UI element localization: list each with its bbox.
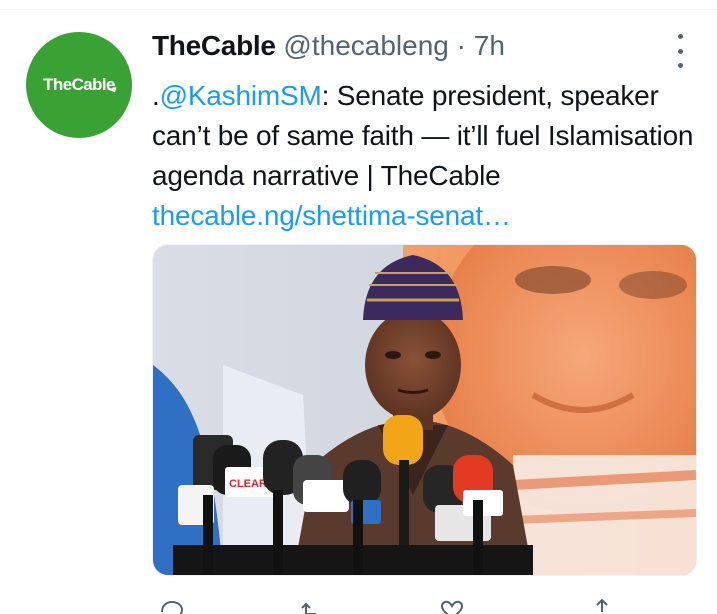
top-divider xyxy=(0,0,717,10)
reply-button[interactable] xyxy=(158,598,186,614)
like-icon xyxy=(440,600,464,614)
avatar-logo-text: TheCable xyxy=(43,75,115,94)
text-prefix: . xyxy=(152,80,160,111)
retweet-button[interactable] xyxy=(298,598,326,614)
display-name[interactable]: TheCable xyxy=(152,30,276,61)
share-icon xyxy=(596,598,608,612)
reply-icon xyxy=(161,600,184,614)
share-button[interactable] xyxy=(588,598,616,614)
more-dot xyxy=(677,63,683,68)
tweet-text: .@KashimSM: Senate president, speaker ca… xyxy=(152,76,700,236)
more-dot xyxy=(677,48,683,54)
user-handle[interactable]: @thecableng xyxy=(283,30,448,61)
tweet-media-photo[interactable]: CLEAR xyxy=(152,244,697,576)
more-options-icon[interactable] xyxy=(672,34,688,68)
more-dot xyxy=(677,34,683,39)
tweet-actions xyxy=(152,598,692,614)
retweet-icon xyxy=(301,602,316,614)
svg-text:CLEAR: CLEAR xyxy=(229,478,267,490)
article-link[interactable]: thecable.ng/shettima-senat… xyxy=(152,200,511,231)
tweet-header: TheCable @thecableng · 7h xyxy=(152,28,505,64)
separator-dot: · xyxy=(456,30,466,61)
tweet-timestamp[interactable]: 7h xyxy=(474,30,505,61)
mention-link[interactable]: @KashimSM xyxy=(160,80,322,111)
tweet[interactable]: TheCable TheCable @thecableng · 7h .@Kas… xyxy=(0,10,717,614)
avatar[interactable]: TheCable xyxy=(26,32,132,138)
like-button[interactable] xyxy=(438,598,466,614)
press-conference-photo: CLEAR xyxy=(153,245,696,575)
